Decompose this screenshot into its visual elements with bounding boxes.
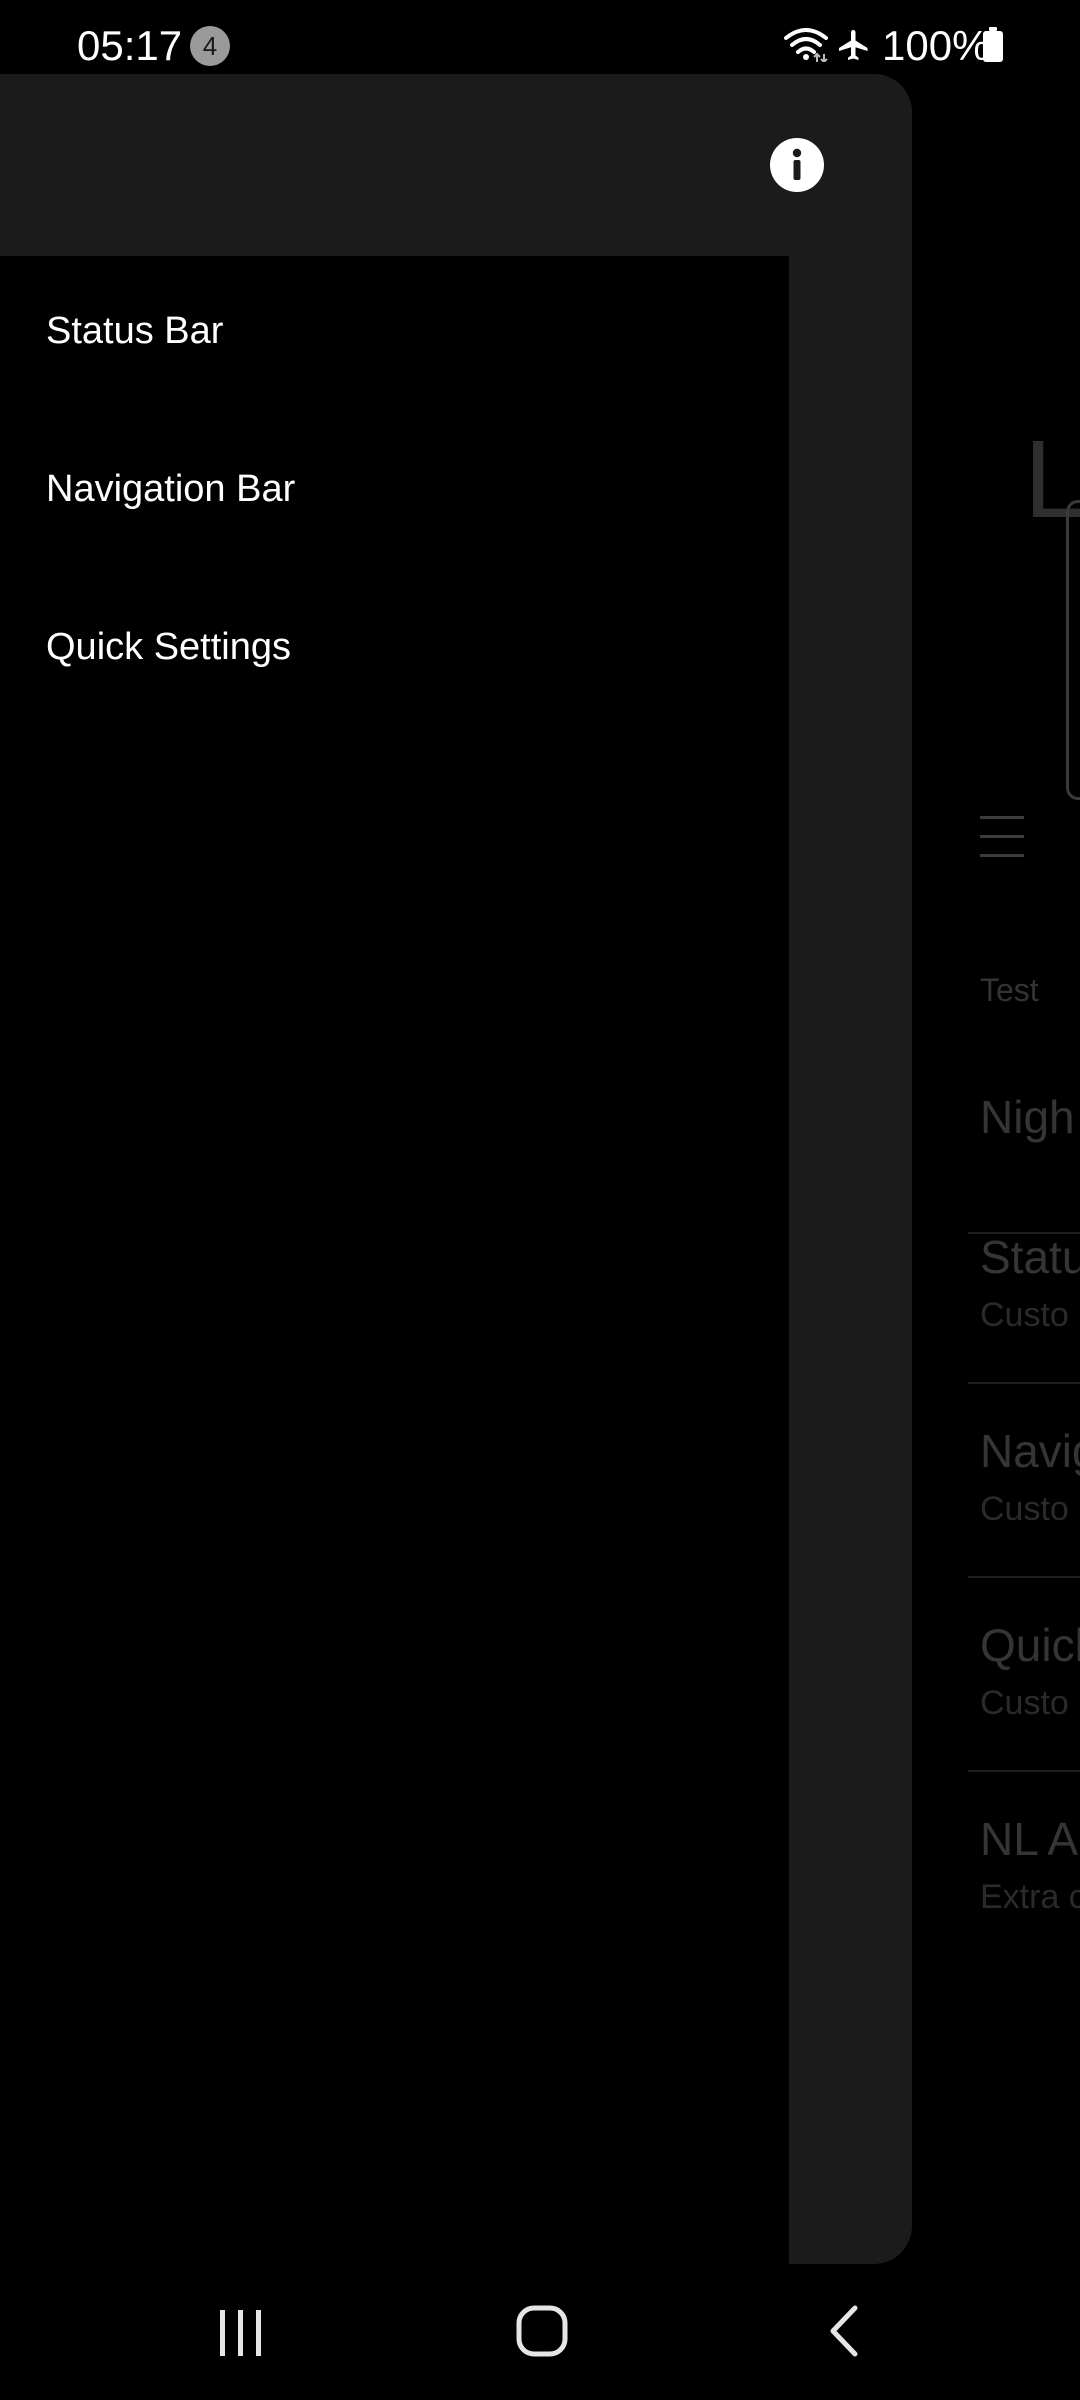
home-icon[interactable] — [492, 2286, 592, 2376]
list-item-title: Nigh — [980, 1091, 1075, 1143]
main-screen-panel-edge — [1066, 500, 1080, 800]
main-screen-list-item: Quick Custo — [968, 1578, 1080, 1772]
list-item-subtitle: Custo — [980, 1684, 1069, 1722]
airplane-mode-icon — [839, 30, 868, 60]
main-screen-section-header: Test — [980, 972, 1039, 1008]
wifi-icon — [784, 28, 828, 62]
drawer-item-quick-settings[interactable]: Quick Settings — [0, 572, 789, 730]
list-item-title: Quick — [980, 1619, 1080, 1671]
list-item-subtitle: Custo — [980, 1490, 1069, 1528]
system-navigation-bar — [0, 2264, 1080, 2400]
drawer-menu-list: Status Bar Navigation Bar Quick Settings — [0, 256, 789, 2264]
drawer-item-status-bar[interactable]: Status Bar — [0, 256, 789, 414]
status-time: 05:17 — [77, 22, 183, 69]
battery-percentage: 100% — [882, 22, 990, 69]
status-bar: 05:17 4 100% — [0, 0, 1080, 74]
main-screen-list-item: Navig Custo — [968, 1384, 1080, 1578]
drawer-item-label: Quick Settings — [46, 626, 291, 668]
list-item-title: NL A — [980, 1813, 1079, 1865]
main-screen-list-item: Statu Custo — [968, 1190, 1080, 1384]
list-item-title: Navig — [980, 1425, 1080, 1477]
recent-apps-icon[interactable] — [190, 2286, 290, 2376]
screen: 05:17 4 100% L Test Nigh Statu Custo Nav… — [0, 0, 1080, 2400]
info-icon[interactable] — [770, 138, 824, 192]
back-icon[interactable] — [795, 2286, 895, 2376]
drawer-item-label: Navigation Bar — [46, 468, 296, 510]
battery-icon — [983, 27, 1003, 62]
navigation-drawer: Status Bar Navigation Bar Quick Settings — [0, 74, 912, 2264]
list-item-subtitle: Custo — [980, 1296, 1069, 1334]
drawer-header — [0, 74, 912, 256]
list-item-title: Statu — [980, 1231, 1080, 1283]
list-item-subtitle: Extra c — [980, 1878, 1080, 1916]
drawer-item-label: Status Bar — [46, 310, 224, 352]
menu-icon — [980, 816, 1024, 860]
main-screen-list-item: NL A Extra c — [968, 1772, 1080, 1966]
drawer-item-navigation-bar[interactable]: Navigation Bar — [0, 414, 789, 572]
notification-count-badge: 4 — [190, 26, 230, 66]
